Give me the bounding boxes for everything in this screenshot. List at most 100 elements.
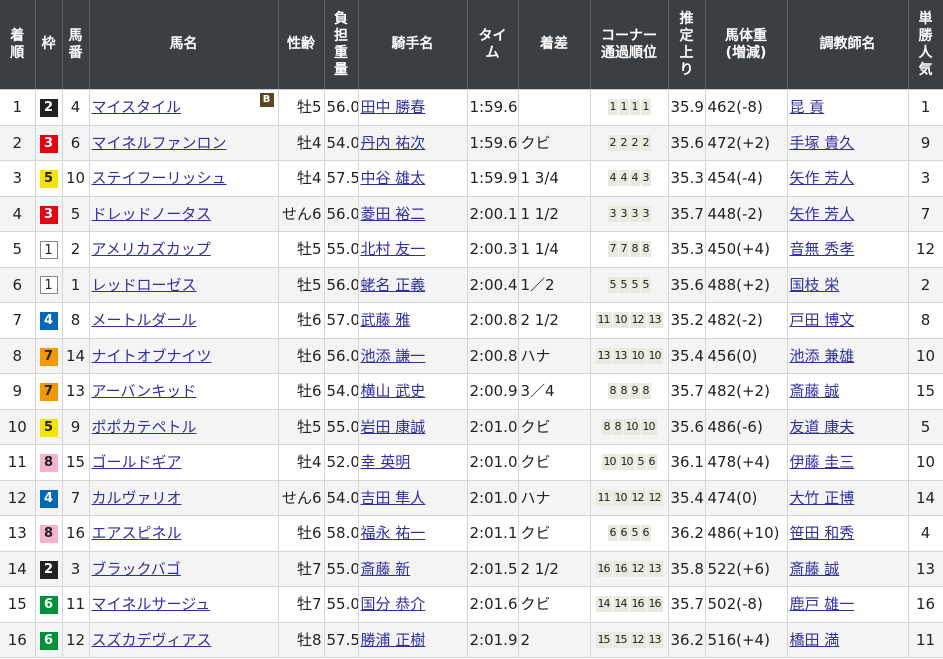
corner-position: 9 bbox=[629, 383, 640, 400]
corner-position: 3 bbox=[629, 205, 640, 222]
corner-order: 10 10 5 6 bbox=[593, 454, 666, 471]
trainer-link[interactable]: 音無 秀孝 bbox=[790, 240, 855, 258]
carried-weight: 56.0 bbox=[324, 89, 359, 126]
trainer-link[interactable]: 矢作 芳人 bbox=[790, 205, 855, 223]
trainer-link[interactable]: 昆 貢 bbox=[790, 98, 825, 116]
horse-link[interactable]: ゴールドギア bbox=[92, 453, 182, 471]
horse-link[interactable]: マイスタイル bbox=[92, 98, 182, 116]
corner-order: 8 8 10 10 bbox=[593, 418, 666, 435]
jockey-link[interactable]: 中谷 雄太 bbox=[361, 169, 426, 187]
jockey-link[interactable]: 幸 英明 bbox=[361, 453, 411, 471]
waku-cell: 4 bbox=[35, 302, 63, 339]
horse-link[interactable]: ステイフーリッシュ bbox=[92, 169, 227, 187]
corner-position: 6 bbox=[646, 454, 657, 471]
margin: クビ bbox=[518, 444, 591, 481]
trainer-link[interactable]: 友道 康夫 bbox=[790, 418, 855, 436]
horse-link[interactable]: マイネルファンロン bbox=[92, 134, 227, 152]
corner-position: 1 bbox=[629, 99, 640, 116]
jockey-link[interactable]: 吉田 隼人 bbox=[361, 489, 426, 507]
header-body-weight[interactable]: 馬体重(増減) bbox=[705, 0, 788, 90]
waku-badge: 8 bbox=[39, 454, 58, 473]
trainer-link[interactable]: 伊藤 圭三 bbox=[790, 453, 855, 471]
header-weight[interactable]: 負担重量 bbox=[324, 0, 359, 90]
jockey-link[interactable]: 岩田 康誠 bbox=[361, 418, 426, 436]
trainer-link[interactable]: 手塚 貴久 bbox=[790, 134, 855, 152]
jockey-link[interactable]: 田中 勝春 bbox=[361, 98, 426, 116]
jockey-link[interactable]: 蛯名 正義 bbox=[361, 276, 426, 294]
header-corner-order[interactable]: コーナー通過順位 bbox=[590, 0, 669, 90]
carried-weight: 55.0 bbox=[324, 586, 359, 623]
waku-badge: 7 bbox=[39, 383, 58, 402]
trainer-link[interactable]: 大竹 正博 bbox=[790, 489, 855, 507]
corner-position: 15 bbox=[595, 631, 612, 648]
corner-order: 5555 bbox=[593, 276, 666, 293]
header-trainer[interactable]: 調教師名 bbox=[787, 0, 909, 90]
trainer-link[interactable]: 戸田 博文 bbox=[790, 311, 855, 329]
trainer-link[interactable]: 橋田 満 bbox=[790, 631, 840, 649]
header-time[interactable]: タイム bbox=[467, 0, 519, 90]
last-3f: 35.7 bbox=[668, 196, 706, 232]
header-waku[interactable]: 枠 bbox=[35, 0, 63, 90]
header-popularity[interactable]: 単勝人気 bbox=[908, 0, 943, 90]
last-3f: 35.4 bbox=[668, 480, 706, 516]
trainer-link[interactable]: 笹田 和秀 bbox=[790, 524, 855, 542]
jockey-link[interactable]: 丹内 祐次 bbox=[361, 134, 426, 152]
header-margin[interactable]: 着差 bbox=[518, 0, 591, 90]
corner-position: 1 bbox=[640, 99, 651, 116]
carried-weight: 57.0 bbox=[324, 302, 359, 339]
horse-link[interactable]: メートルダール bbox=[92, 311, 197, 329]
corner-order: 11 10 12 13 bbox=[593, 312, 666, 329]
horse-link[interactable]: エアスピネル bbox=[92, 524, 182, 542]
header-jockey[interactable]: 騎手名 bbox=[358, 0, 468, 90]
corner-order-cell: 2222 bbox=[590, 125, 669, 161]
jockey-link[interactable]: 斎藤 新 bbox=[361, 560, 411, 578]
jockey-link[interactable]: 北村 友一 bbox=[361, 240, 426, 258]
jockey-link[interactable]: 池添 謙一 bbox=[361, 347, 426, 365]
horse-link[interactable]: マイネルサージュ bbox=[92, 595, 211, 613]
horse-number: 10 bbox=[62, 160, 90, 197]
jockey-link[interactable]: 武藤 雅 bbox=[361, 311, 411, 329]
corner-position: 2 bbox=[607, 134, 618, 151]
horse-link[interactable]: アーバンキッド bbox=[92, 382, 197, 400]
header-last-3f[interactable]: 推定上り bbox=[668, 0, 706, 90]
horse-link[interactable]: カルヴァリオ bbox=[92, 489, 182, 507]
jockey-link[interactable]: 福永 祐一 bbox=[361, 524, 426, 542]
trainer-link[interactable]: 鹿戸 雄一 bbox=[790, 595, 855, 613]
horse-link[interactable]: ドレッドノータス bbox=[92, 205, 212, 223]
corner-order-cell: 3333 bbox=[590, 196, 669, 232]
horse-link[interactable]: ナイトオブナイツ bbox=[92, 347, 212, 365]
waku-badge: 8 bbox=[39, 525, 58, 544]
corner-position: 3 bbox=[640, 205, 651, 222]
jockey-link[interactable]: 勝浦 正樹 bbox=[361, 631, 426, 649]
corner-position: 16 bbox=[595, 560, 612, 577]
jockey-cell: 斎藤 新 bbox=[358, 551, 468, 587]
margin: 2 1/2 bbox=[518, 551, 591, 587]
header-sex-age[interactable]: 性齢 bbox=[278, 0, 325, 90]
header-rank[interactable]: 着順 bbox=[0, 0, 36, 90]
margin: クビ bbox=[518, 515, 591, 552]
trainer-link[interactable]: 池添 兼雄 bbox=[790, 347, 855, 365]
horse-link[interactable]: レッドローゼス bbox=[92, 276, 197, 294]
body-weight: 502(-8) bbox=[705, 586, 788, 623]
horse-link[interactable]: アメリカズカップ bbox=[92, 240, 211, 258]
jockey-link[interactable]: 国分 恭介 bbox=[361, 595, 426, 613]
waku-badge: 2 bbox=[39, 99, 58, 118]
trainer-link[interactable]: 斎藤 誠 bbox=[790, 382, 840, 400]
header-horse-number[interactable]: 馬番 bbox=[62, 0, 90, 90]
sex-age: 牡4 bbox=[278, 125, 325, 161]
jockey-link[interactable]: 菱田 裕二 bbox=[361, 205, 426, 223]
margin: クビ bbox=[518, 409, 591, 445]
jockey-link[interactable]: 横山 武史 bbox=[361, 382, 426, 400]
trainer-link[interactable]: 国枝 栄 bbox=[790, 276, 840, 294]
trainer-link[interactable]: 矢作 芳人 bbox=[790, 169, 855, 187]
horse-number: 5 bbox=[62, 196, 90, 232]
trainer-link[interactable]: 斎藤 誠 bbox=[790, 560, 840, 578]
header-horse-name[interactable]: 馬名 bbox=[89, 0, 279, 90]
horse-link[interactable]: ポポカテペトル bbox=[92, 418, 197, 436]
sex-age: 牡6 bbox=[278, 302, 325, 339]
horse-link[interactable]: スズカデヴィアス bbox=[92, 631, 212, 649]
carried-weight: 56.0 bbox=[324, 196, 359, 232]
horse-link[interactable]: ブラックバゴ bbox=[92, 560, 181, 578]
table-row: 3 5 10 ステイフーリッシュ 牡4 57.5 中谷 雄太 1:59.9 1 3/4 4 4 4 3 3… bbox=[0, 160, 943, 197]
corner-position: 8 bbox=[612, 418, 623, 435]
